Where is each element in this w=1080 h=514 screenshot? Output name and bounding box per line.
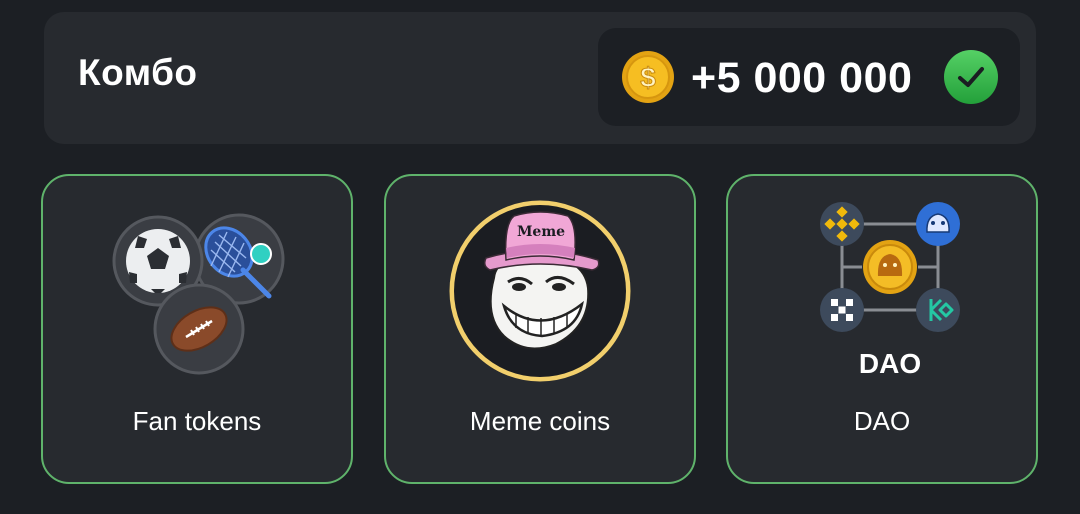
combo-card-fan-tokens[interactable]: Fan tokens <box>41 174 353 484</box>
meme-hat-text: Meme <box>517 224 565 240</box>
troll-face-meme-icon: Meme <box>449 200 631 382</box>
check-icon <box>944 50 998 104</box>
combo-panel: Комбо $ +5 000 000 <box>44 12 1036 144</box>
dao-network-icon: DAO <box>820 202 960 379</box>
combo-card-meme-coins[interactable]: Meme Meme coins <box>384 174 696 484</box>
dollar-coin-icon: $ <box>622 51 674 103</box>
combo-card-dao[interactable]: DAO DAO <box>726 174 1038 484</box>
card-label: Meme coins <box>469 406 611 436</box>
dao-caption: DAO <box>859 348 921 379</box>
svg-text:$: $ <box>640 62 656 93</box>
sports-balls-icon <box>112 213 285 375</box>
combo-reward-pill: $ +5 000 000 <box>598 28 1020 126</box>
combo-title: Комбо <box>78 52 198 93</box>
card-label: Fan tokens <box>132 406 262 436</box>
card-label: DAO <box>853 406 911 436</box>
combo-reward-amount: +5 000 000 <box>691 54 913 102</box>
